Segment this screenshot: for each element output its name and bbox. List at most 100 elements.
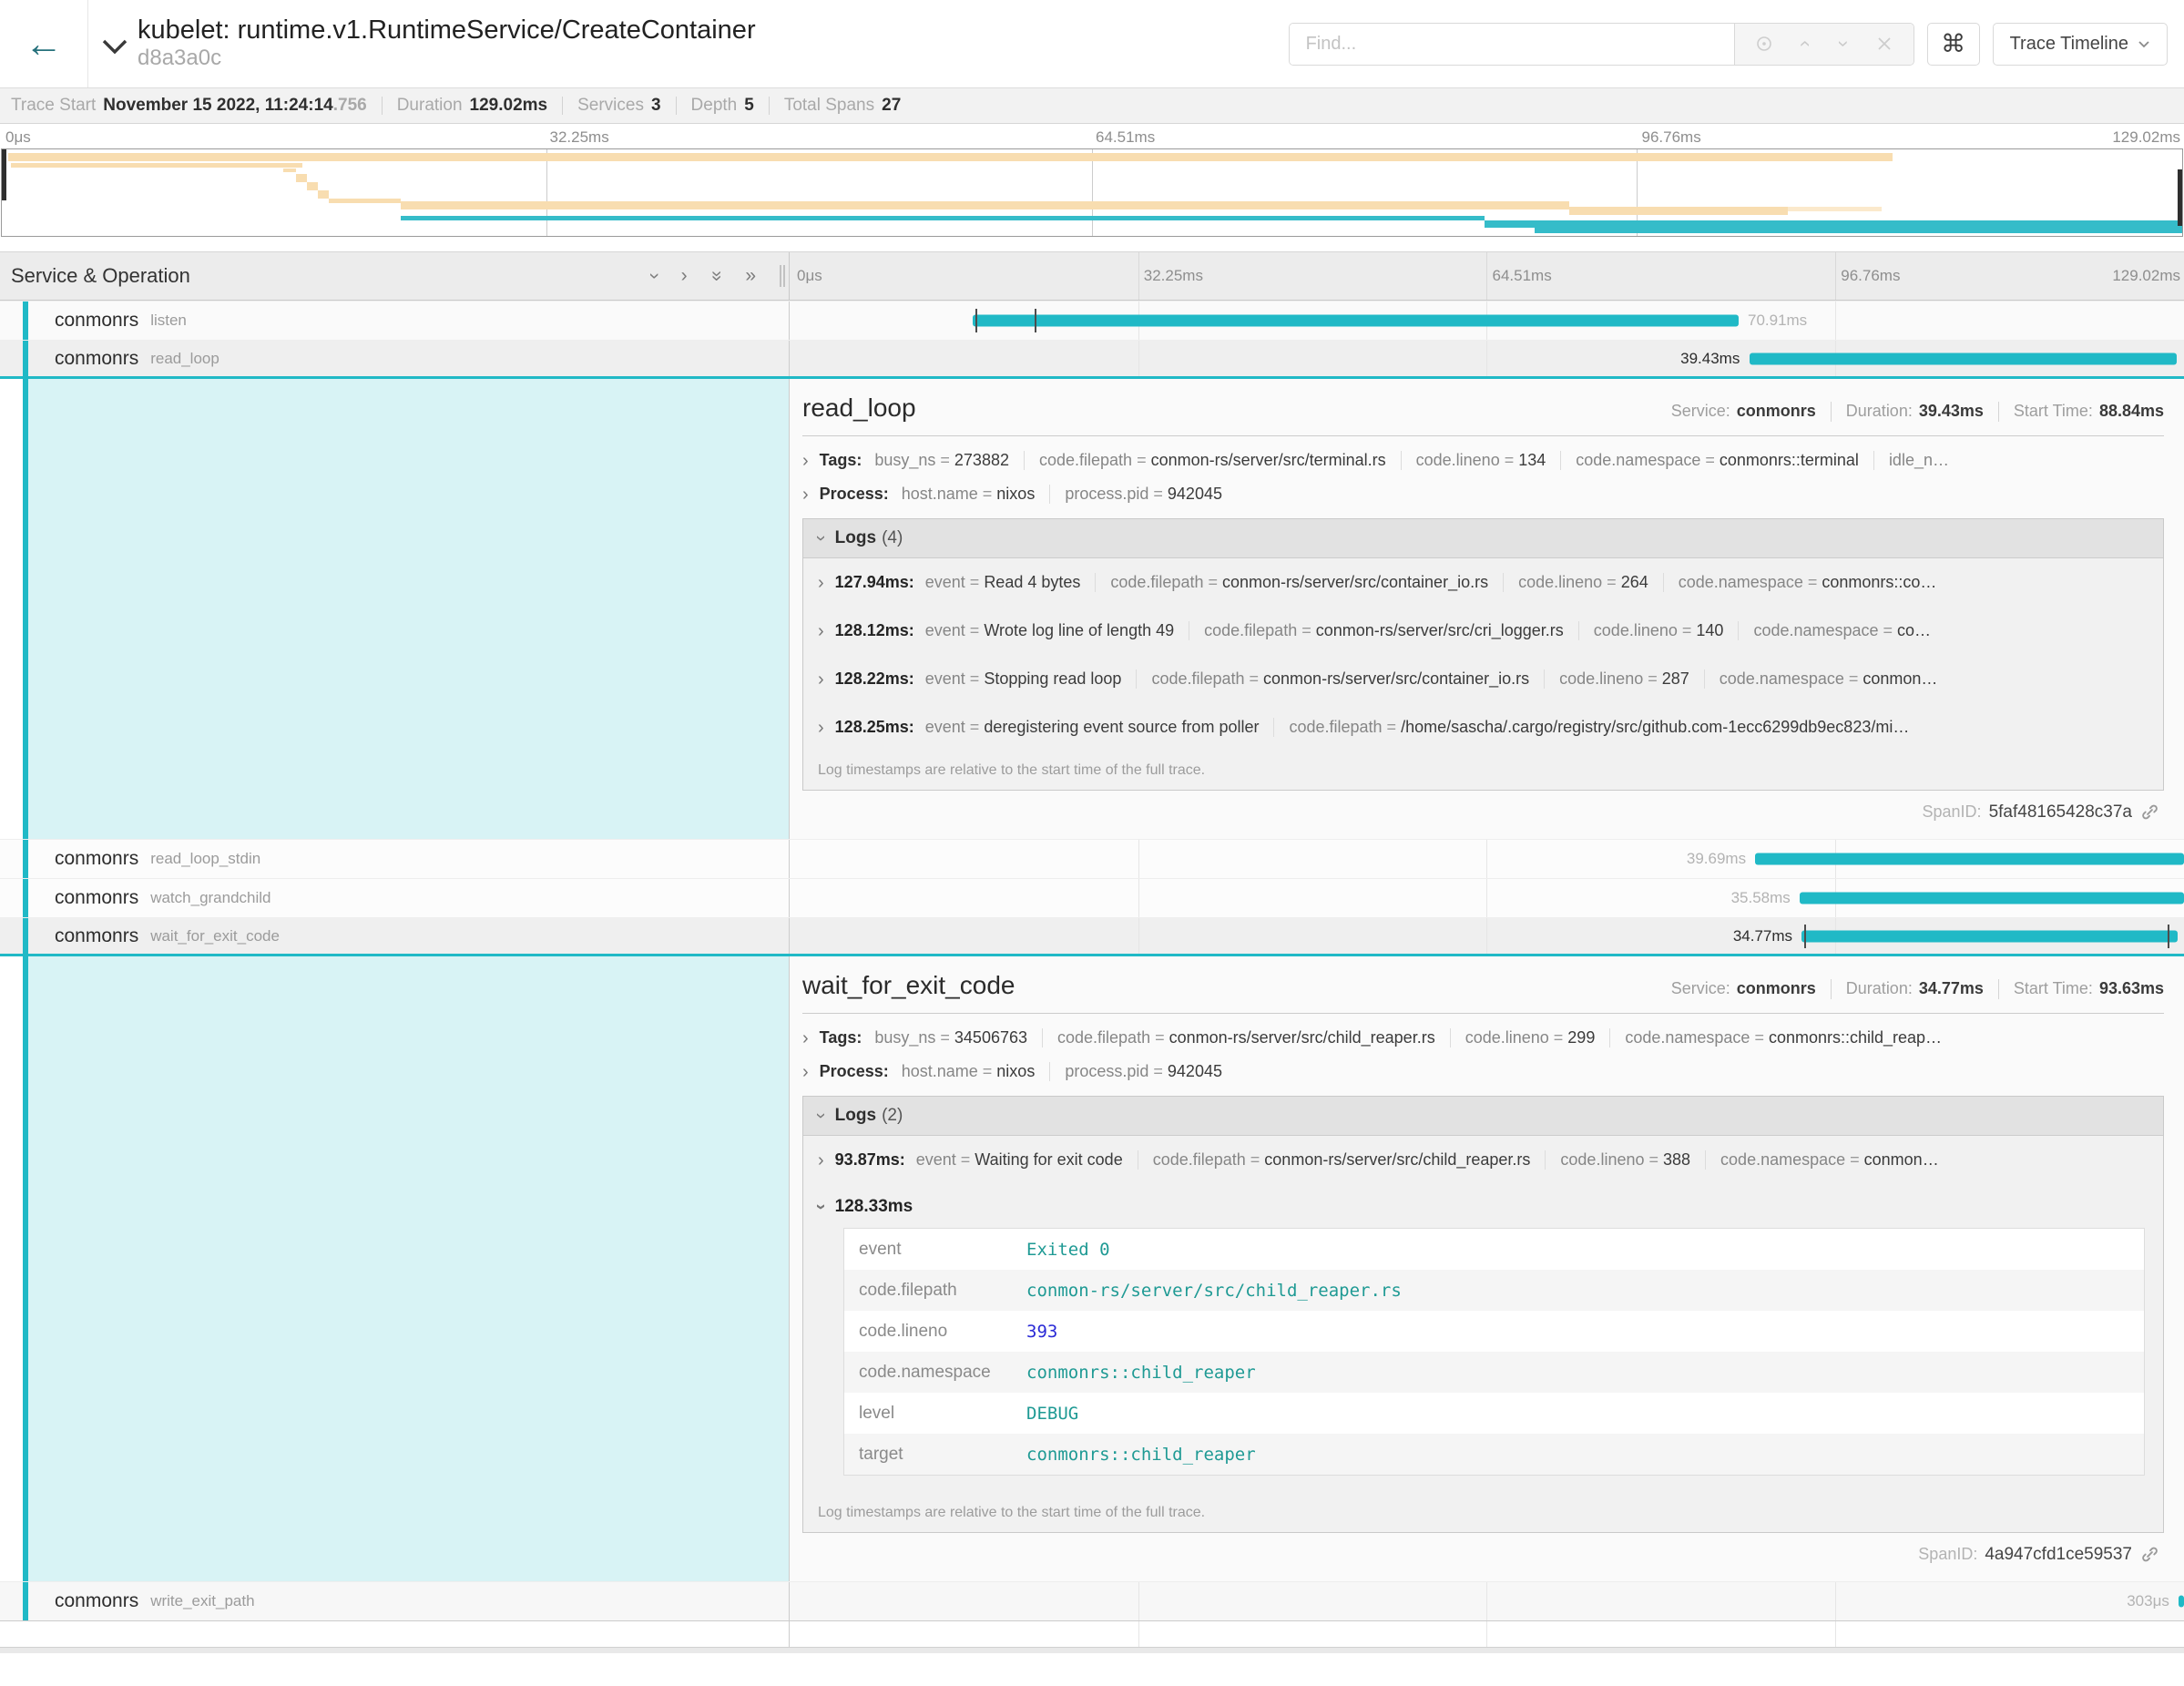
service-name: conmonrs xyxy=(55,310,138,332)
expand-all-button[interactable]: » xyxy=(745,265,756,287)
minimap-span xyxy=(1535,227,2182,233)
logs-section: › Logs (2) › 93.87ms: event=Waiting for … xyxy=(802,1096,2164,1533)
trace-start-fraction: .756 xyxy=(333,96,367,116)
minimap-right-handle[interactable] xyxy=(2178,169,2182,226)
view-selector-label: Trace Timeline xyxy=(2010,34,2128,55)
page-header: ← kubelet: runtime.v1.RuntimeService/Cre… xyxy=(0,0,2184,87)
log-marker[interactable] xyxy=(1035,309,1036,332)
span-row-read-loop[interactable]: conmonrs read_loop 39.43ms xyxy=(0,340,2184,379)
span-duration-label: 303μs xyxy=(2127,1592,2169,1610)
process-row[interactable]: › Process: host.name=nixos process.pid=9… xyxy=(802,1062,2164,1081)
log-marker[interactable] xyxy=(975,309,977,332)
find-prev-button[interactable]: › xyxy=(1784,33,1824,55)
span-timeline-cell[interactable]: 34.77ms xyxy=(789,918,2184,954)
find-next-button[interactable]: › xyxy=(1824,33,1864,55)
bottom-strip xyxy=(0,1647,2184,1653)
ruler-tick: 96.76ms xyxy=(1642,128,1701,147)
find-locate-button[interactable] xyxy=(1744,33,1784,55)
span-bar[interactable] xyxy=(1750,353,2176,364)
collapse-all-button[interactable]: » xyxy=(705,271,727,281)
start-time-label: Start Time: xyxy=(2014,402,2093,421)
chevron-right-icon: › xyxy=(681,265,688,287)
trace-collapse-toggle[interactable] xyxy=(101,38,128,55)
span-row-watch-grandchild[interactable]: conmonrs watch_grandchild 35.58ms xyxy=(0,878,2184,917)
partial-span-row xyxy=(0,1620,2184,1647)
span-duration-label: 35.58ms xyxy=(1731,889,1791,907)
tags-row[interactable]: › Tags: busy_ns=34506763 code.filepath=c… xyxy=(802,1028,2164,1047)
minimap-left-handle[interactable] xyxy=(2,149,6,200)
log-entry[interactable]: › 127.94ms: event=Read 4 bytes code.file… xyxy=(803,558,2163,607)
span-timeline-cell[interactable]: 70.91ms xyxy=(789,301,2184,340)
logs-header[interactable]: › Logs (4) xyxy=(803,519,2163,558)
log-marker[interactable] xyxy=(2168,925,2169,948)
duration-label: Duration: xyxy=(1846,402,1913,421)
ruler-tick: 64.51ms xyxy=(1096,128,1155,147)
span-row-read-loop-stdin[interactable]: conmonrs read_loop_stdin 39.69ms xyxy=(0,839,2184,878)
span-row-listen[interactable]: conmonrs listen 70.91ms xyxy=(0,301,2184,340)
process-row[interactable]: › Process: host.name=nixos process.pid=9… xyxy=(802,485,2164,504)
double-chevron-right-icon: » xyxy=(745,265,756,287)
chevron-down-icon xyxy=(101,38,128,55)
ruler-tick: 96.76ms xyxy=(1841,267,1900,285)
service-label: Service: xyxy=(1671,979,1730,998)
chevron-down-icon xyxy=(2138,40,2150,48)
span-bar[interactable] xyxy=(2179,1596,2184,1608)
spanid-label: SpanID: xyxy=(1918,1545,1977,1564)
collapse-one-button[interactable]: › xyxy=(643,273,665,280)
duration-label: Duration xyxy=(397,96,463,116)
span-bar[interactable] xyxy=(1800,893,2184,904)
span-timeline-cell[interactable]: 303μs xyxy=(789,1582,2184,1620)
find-control: › › xyxy=(1289,23,1914,66)
minimap-span xyxy=(1569,207,1787,215)
find-clear-button[interactable] xyxy=(1864,35,1904,53)
span-timeline-cell[interactable]: 39.69ms xyxy=(789,840,2184,878)
log-entry[interactable]: › 128.12ms: event=Wrote log line of leng… xyxy=(803,607,2163,655)
detail-title: read_loop xyxy=(802,393,916,423)
arrow-left-icon: ← xyxy=(25,25,63,63)
crosshair-icon xyxy=(1754,34,1774,54)
span-timeline-cell[interactable]: 35.58ms xyxy=(789,879,2184,917)
log-entry[interactable]: › 128.22ms: event=Stopping read loop cod… xyxy=(803,655,2163,703)
span-link-button[interactable] xyxy=(2139,1544,2160,1565)
expand-one-button[interactable]: › xyxy=(681,265,688,287)
double-chevron-down-icon: » xyxy=(705,271,727,281)
trace-title: kubelet: runtime.v1.RuntimeService/Creat… xyxy=(138,15,756,46)
table-row: code.lineno 393 xyxy=(844,1311,2144,1352)
log-entry-expanded[interactable]: › 128.33ms xyxy=(803,1184,2163,1226)
span-bar[interactable] xyxy=(973,315,1739,327)
minimap-canvas[interactable] xyxy=(1,148,2183,237)
chevron-down-icon: › xyxy=(811,536,830,542)
minimap-span xyxy=(283,169,296,172)
logs-header[interactable]: › Logs (2) xyxy=(803,1097,2163,1136)
log-entry[interactable]: › 128.25ms: event=deregistering event so… xyxy=(803,703,2163,751)
minimap-span xyxy=(401,216,1485,220)
find-input[interactable] xyxy=(1290,24,1734,65)
tags-row[interactable]: › Tags: busy_ns=273882 code.filepath=con… xyxy=(802,451,2164,470)
detail-title: wait_for_exit_code xyxy=(802,971,1015,1000)
span-bar[interactable] xyxy=(1801,930,2178,942)
service-name: conmonrs xyxy=(55,848,138,870)
table-row: level DEBUG xyxy=(844,1393,2144,1434)
column-resizer[interactable] xyxy=(780,265,785,287)
trace-start-label: Trace Start xyxy=(11,96,96,116)
span-row-write-exit-path[interactable]: conmonrs write_exit_path 303μs xyxy=(0,1581,2184,1620)
service-label: Service: xyxy=(1671,402,1730,421)
span-duration-label: 39.69ms xyxy=(1687,850,1746,868)
chevron-up-icon: › xyxy=(1794,40,1814,46)
minimap-span xyxy=(8,153,1892,161)
service-value: conmonrs xyxy=(1737,979,1816,998)
span-bar[interactable] xyxy=(1755,853,2184,865)
log-entry[interactable]: › 93.87ms: event=Waiting for exit code c… xyxy=(803,1136,2163,1184)
view-selector-button[interactable]: Trace Timeline xyxy=(1993,23,2168,66)
duration-value: 129.02ms xyxy=(470,96,548,116)
chevron-right-icon: › xyxy=(802,485,809,504)
span-row-wait-for-exit-code[interactable]: conmonrs wait_for_exit_code 34.77ms xyxy=(0,917,2184,956)
logs-note: Log timestamps are relative to the start… xyxy=(803,1494,2163,1532)
keyboard-shortcuts-button[interactable]: ⌘ xyxy=(1927,23,1980,66)
span-link-button[interactable] xyxy=(2139,802,2160,823)
timeline-ruler: 0μs 32.25ms 64.51ms 96.76ms 129.02ms xyxy=(789,252,2184,300)
span-timeline-cell[interactable]: 39.43ms xyxy=(789,341,2184,376)
back-button[interactable]: ← xyxy=(0,0,88,87)
log-marker[interactable] xyxy=(1804,925,1806,948)
process-label: Process: xyxy=(820,1062,889,1081)
